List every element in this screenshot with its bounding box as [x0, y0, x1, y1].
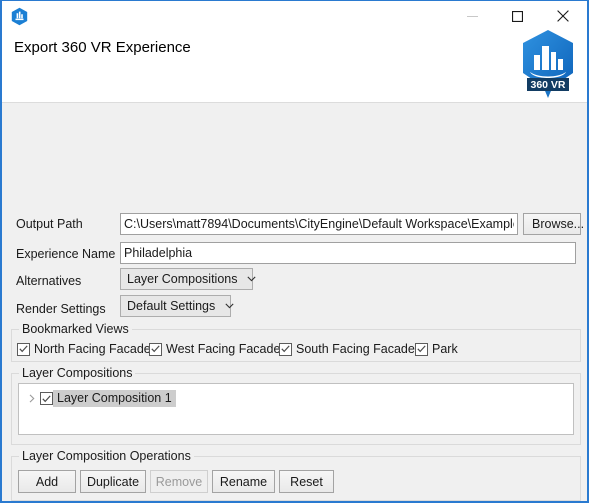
minimize-button[interactable] [450, 1, 495, 31]
alternatives-label: Alternatives [16, 274, 82, 288]
checkbox-north-facing-facades[interactable]: North Facing Facades [17, 342, 157, 356]
render-settings-row: Render Settings [16, 298, 120, 320]
title-bar [2, 1, 587, 32]
bookmarked-views-title: Bookmarked Views [19, 322, 132, 336]
vr-logo-badge-text: 360 VR [530, 79, 565, 91]
export-360-vr-dialog: Export 360 VR Experience 360 VR Output P… [0, 0, 589, 503]
checkbox-label: Park [432, 342, 458, 356]
checkbox-icon[interactable] [40, 392, 53, 405]
rename-button[interactable]: Rename [212, 470, 275, 493]
render-settings-label: Render Settings [16, 302, 106, 316]
layer-compositions-title: Layer Compositions [19, 366, 136, 380]
close-icon [556, 10, 569, 22]
checkbox-south-facing-facades[interactable]: South Facing Facades [279, 342, 421, 356]
tree-item-label: Layer Composition 1 [53, 390, 176, 407]
duplicate-button[interactable]: Duplicate [80, 470, 146, 493]
alternatives-dropdown[interactable]: Layer Compositions [120, 268, 257, 290]
checkbox-label: South Facing Facades [296, 342, 422, 356]
vr-360-logo: 360 VR [517, 28, 579, 100]
alternatives-row: Alternatives [16, 270, 120, 292]
checkbox-label: North Facing Facades [34, 342, 157, 356]
output-path-row: Output Path [16, 213, 120, 235]
checkbox-icon [415, 342, 428, 356]
checkbox-label: West Facing Facades [166, 342, 287, 356]
layer-composition-operations-title: Layer Composition Operations [19, 449, 194, 463]
output-path-label: Output Path [16, 217, 83, 231]
maximize-button[interactable] [495, 1, 540, 31]
chevron-down-icon [225, 303, 234, 309]
experience-name-input[interactable] [120, 242, 576, 264]
expand-arrow-icon[interactable] [24, 394, 40, 403]
maximize-icon [512, 10, 523, 22]
layer-compositions-tree[interactable]: Layer Composition 1 [18, 383, 574, 435]
remove-button: Remove [150, 470, 208, 493]
checkbox-icon [279, 342, 292, 356]
render-settings-dropdown[interactable]: Default Settings [120, 295, 234, 317]
tree-item-layer-composition-1[interactable]: Layer Composition 1 [24, 389, 176, 408]
add-button[interactable]: Add [18, 470, 76, 493]
experience-name-row: Experience Name [16, 243, 120, 265]
reset-button[interactable]: Reset [279, 470, 334, 493]
browse-button[interactable]: Browse... [523, 213, 584, 235]
checkbox-west-facing-facades[interactable]: West Facing Facades [149, 342, 287, 356]
chevron-down-icon [247, 276, 257, 282]
checkbox-park[interactable]: Park [415, 342, 458, 356]
page-title: Export 360 VR Experience [14, 39, 191, 56]
dialog-header: Export 360 VR Experience 360 VR [2, 30, 587, 103]
alternatives-value: Layer Compositions [127, 272, 238, 286]
checkbox-icon [17, 342, 30, 356]
experience-name-label: Experience Name [16, 247, 116, 261]
close-button[interactable] [540, 1, 585, 31]
output-path-input[interactable] [120, 213, 518, 235]
minimize-icon [467, 15, 478, 17]
checkbox-icon [149, 342, 162, 356]
render-settings-value: Default Settings [127, 299, 216, 313]
cityengine-icon [10, 7, 29, 26]
